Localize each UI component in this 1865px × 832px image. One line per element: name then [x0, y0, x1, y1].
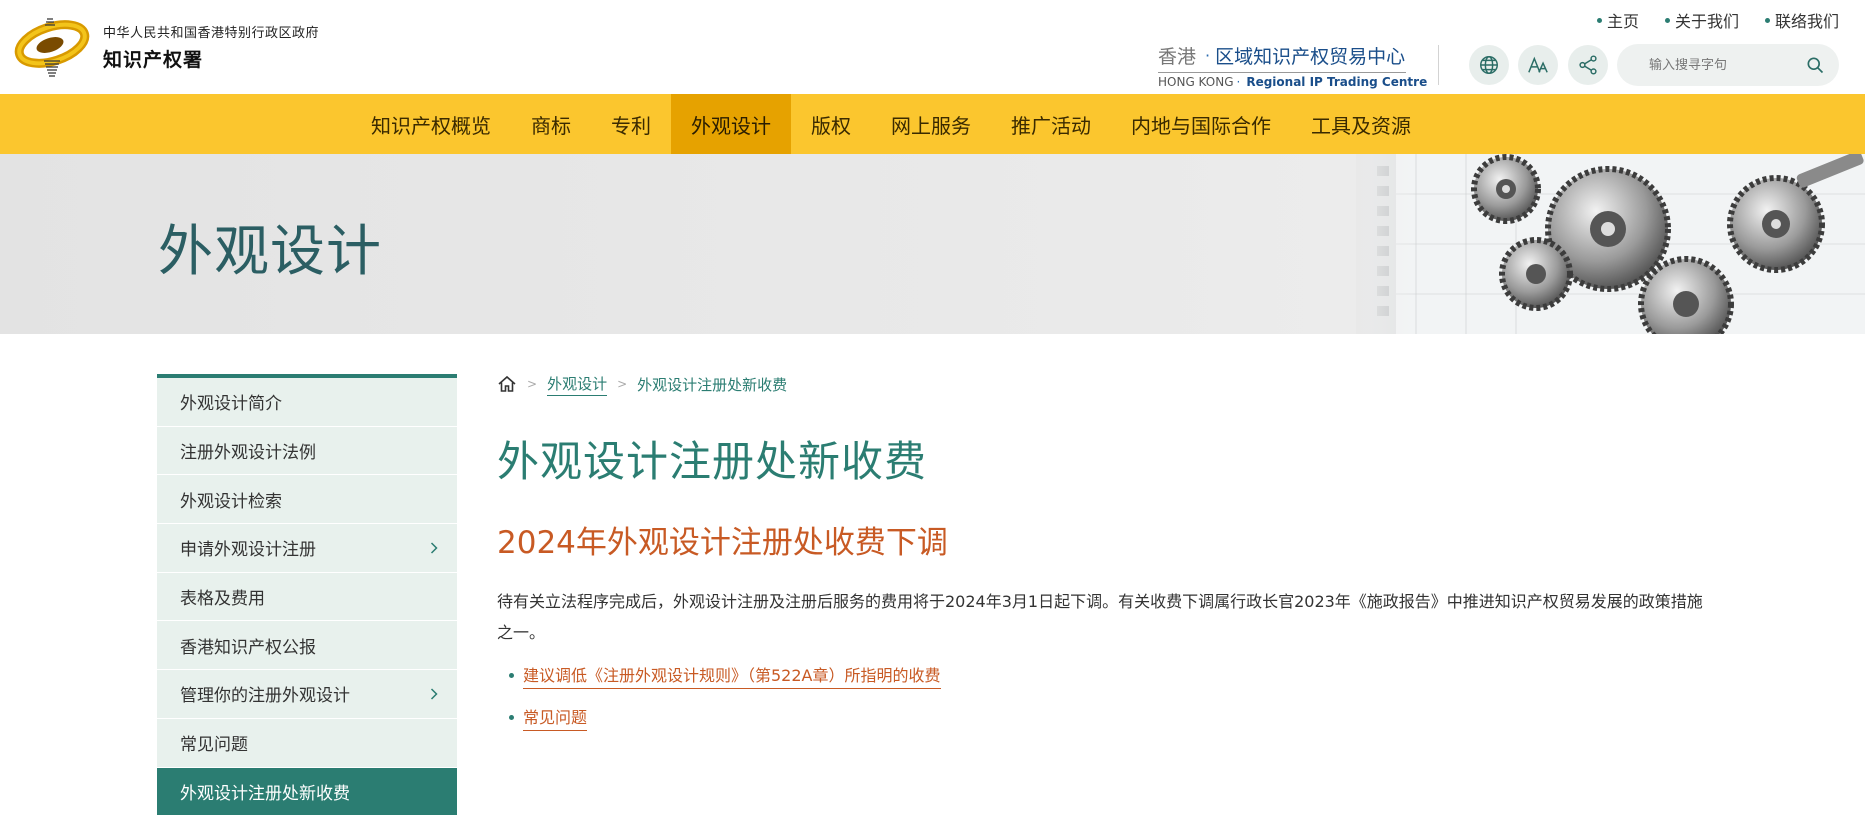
intro-paragraph: 待有关立法程序完成后，外观设计注册及注册后服务的费用将于2024年3月1日起下调… [497, 592, 1703, 642]
faq-link[interactable]: 常见问题 [523, 704, 588, 731]
ipd-logo[interactable] [14, 14, 90, 80]
sidebar-item-design-law[interactable]: 注册外观设计法例 [157, 426, 457, 476]
search-icon[interactable] [1805, 55, 1825, 75]
nav-item-copyright[interactable]: 版权 [791, 94, 871, 154]
top-link-home[interactable]: 主页 [1596, 8, 1639, 32]
sidebar-item-apply-registration[interactable]: 申请外观设计注册 [157, 524, 457, 573]
bullet-dot [1596, 17, 1602, 23]
breadcrumb-designs-link[interactable]: 外观设计 [547, 373, 608, 396]
language-button[interactable] [1469, 45, 1509, 85]
chevron-right-icon [430, 542, 438, 554]
share-button[interactable] [1568, 45, 1608, 85]
main-content: > 外观设计 > 外观设计注册处新收费 外观设计注册处新收费 2024年外观设计… [497, 373, 1703, 746]
section-subtitle: 2024年外观设计注册处收费下调 [497, 525, 948, 561]
sidebar-item-forms-fees[interactable]: 表格及费用 [157, 572, 457, 622]
sidebar-item-design-search[interactable]: 外观设计检索 [157, 475, 457, 525]
nav-item-designs[interactable]: 外观设计 [671, 94, 791, 154]
home-icon[interactable] [497, 374, 517, 394]
page-title: 外观设计注册处新收费 [497, 437, 928, 486]
list-item: 常见问题 [497, 704, 1697, 731]
sidebar-item-faq[interactable]: 常见问题 [157, 718, 457, 768]
nav-item-ip-overview[interactable]: 知识产权概览 [351, 94, 511, 154]
nav-item-tools-resources[interactable]: 工具及资源 [1291, 94, 1431, 154]
department-title[interactable]: 中华人民共和国香港特别行政区政府 知识产权署 [103, 22, 319, 72]
related-links: 建议调低《注册外观设计规则》（第522A章）所指明的收费 常见问题 [497, 662, 1697, 731]
iptc-chinese: 香港 · 区域知识产权贸易中心 [1158, 46, 1406, 68]
sidebar-item-manage-designs[interactable]: 管理你的注册外观设计 [157, 670, 457, 719]
font-size-button[interactable] [1518, 45, 1558, 85]
list-item: 建议调低《注册外观设计规则》（第522A章）所指明的收费 [497, 662, 1697, 689]
breadcrumb-separator: > [527, 377, 538, 391]
sidebar-item-ip-journal[interactable]: 香港知识产权公报 [157, 621, 457, 671]
banner-title: 外观设计 [158, 219, 383, 283]
sidebar-item-design-intro[interactable]: 外观设计简介 [157, 378, 457, 427]
globe-icon [1480, 56, 1498, 74]
search-input[interactable] [1649, 57, 1809, 73]
font-size-icon [1528, 56, 1548, 73]
breadcrumb-current: 外观设计注册处新收费 [637, 375, 788, 394]
site-header: 中华人民共和国香港特别行政区政府 知识产权署 主页 关于我们 联络我们 香港 ·… [0, 0, 1865, 94]
iptc-english: HONG KONG · Regional IP Trading Centre [1158, 75, 1428, 89]
top-link-contact[interactable]: 联络我们 [1764, 8, 1839, 32]
top-links: 主页 关于我们 联络我们 [1596, 8, 1839, 32]
breadcrumb: > 外观设计 > 外观设计注册处新收费 [497, 373, 1697, 396]
bullet-dot [509, 715, 514, 720]
main-nav: 知识产权概览 商标 专利 外观设计 版权 网上服务 推广活动 内地与国际合作 工… [0, 94, 1865, 154]
page-banner: 外观设计 [0, 154, 1865, 334]
sidebar-menu: 外观设计简介 注册外观设计法例 外观设计检索 申请外观设计注册 表格及费用 香港… [157, 374, 457, 817]
bullet-dot [1764, 17, 1770, 23]
iptc-divider [1158, 72, 1406, 73]
nav-item-promotion[interactable]: 推广活动 [991, 94, 1111, 154]
gears-illustration [1356, 154, 1865, 334]
government-name: 中华人民共和国香港特别行政区政府 [103, 26, 320, 41]
top-link-about[interactable]: 关于我们 [1664, 8, 1739, 32]
main-nav-items: 知识产权概览 商标 专利 外观设计 版权 网上服务 推广活动 内地与国际合作 工… [351, 94, 1431, 154]
header-divider [1438, 45, 1439, 85]
department-name: 知识产权署 [103, 49, 204, 71]
share-icon [1579, 55, 1597, 75]
bullet-dot [1664, 17, 1670, 23]
nav-item-trademarks[interactable]: 商标 [511, 94, 591, 154]
iptc-logo-link[interactable]: 香港 · 区域知识产权贸易中心 HONG KONG · Regional IP … [1158, 42, 1428, 89]
bullet-dot [509, 673, 514, 678]
nav-item-patents[interactable]: 专利 [591, 94, 671, 154]
nav-item-e-services[interactable]: 网上服务 [871, 94, 991, 154]
sidebar-item-new-fees[interactable]: 外观设计注册处新收费 [157, 767, 457, 817]
chevron-right-icon [430, 688, 438, 700]
breadcrumb-separator: > [617, 377, 628, 391]
proposed-fee-reduction-link[interactable]: 建议调低《注册外观设计规则》（第522A章）所指明的收费 [523, 662, 941, 689]
search-box [1617, 44, 1839, 86]
nav-item-cooperation[interactable]: 内地与国际合作 [1111, 94, 1291, 154]
